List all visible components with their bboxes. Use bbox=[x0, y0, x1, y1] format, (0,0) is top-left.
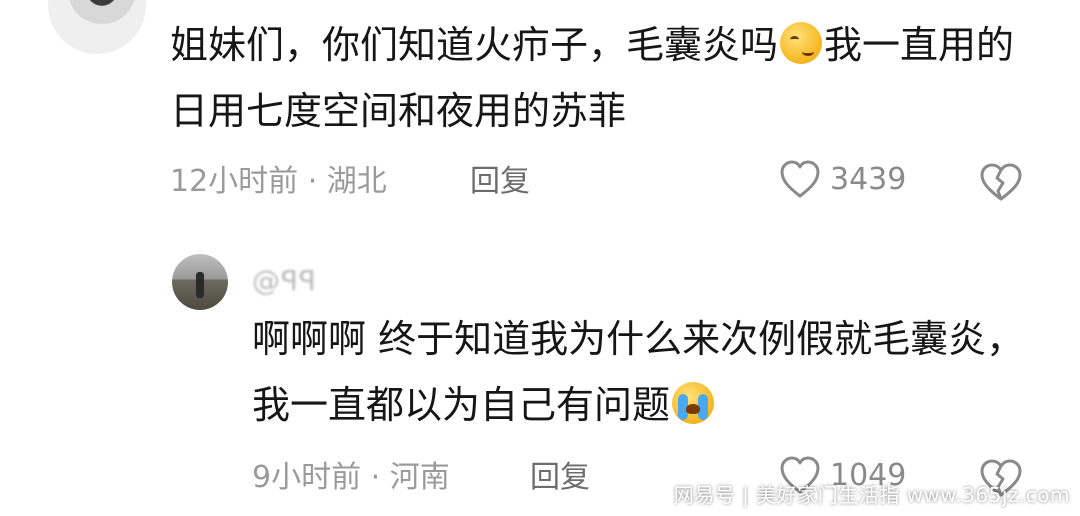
avatar[interactable] bbox=[48, 0, 146, 54]
comment-location: 湖北 bbox=[326, 164, 387, 199]
reply-text-part: 啊啊啊 终于知道我为什么来次例假就毛囊炎，我一直都以为自己有问题 bbox=[252, 317, 1025, 427]
avatar[interactable] bbox=[172, 254, 228, 310]
avatar-figure bbox=[196, 272, 204, 298]
reply-time: 9小时前 bbox=[252, 460, 362, 495]
comment-text-part: 姐妹们，你们知道火疖子，毛囊炎吗 bbox=[170, 23, 779, 67]
dislike-button[interactable] bbox=[978, 160, 1024, 208]
comment-time: 12小时前 bbox=[170, 164, 299, 199]
reply-meta: 9小时前 · 河南 bbox=[252, 458, 450, 498]
broken-heart-icon bbox=[980, 163, 1022, 201]
reply-button[interactable]: 回复 bbox=[470, 162, 530, 202]
meta-separator: · bbox=[361, 460, 390, 495]
watermark: 网易号 | 美好家门生活指 www.365jz.com bbox=[673, 483, 1070, 507]
reply-username[interactable]: @ꟼꟼ bbox=[252, 264, 317, 297]
meta-separator: · bbox=[298, 164, 327, 199]
smirk-emoji-icon bbox=[780, 22, 823, 64]
like-count: 3439 bbox=[830, 162, 907, 197]
crying-emoji-icon bbox=[672, 382, 715, 424]
comment-text: 姐妹们，你们知道火疖子，毛囊炎吗 我一直用的日用七度空间和夜用的苏菲 bbox=[170, 12, 1040, 144]
heart-icon bbox=[780, 160, 820, 198]
reply-location: 河南 bbox=[389, 460, 450, 495]
reply-text: 啊啊啊 终于知道我为什么来次例假就毛囊炎，我一直都以为自己有问题 bbox=[252, 306, 1042, 438]
like-button[interactable]: 3439 bbox=[778, 158, 906, 202]
reply-button[interactable]: 回复 bbox=[530, 458, 590, 498]
comment-meta: 12小时前 · 湖北 bbox=[170, 162, 387, 202]
